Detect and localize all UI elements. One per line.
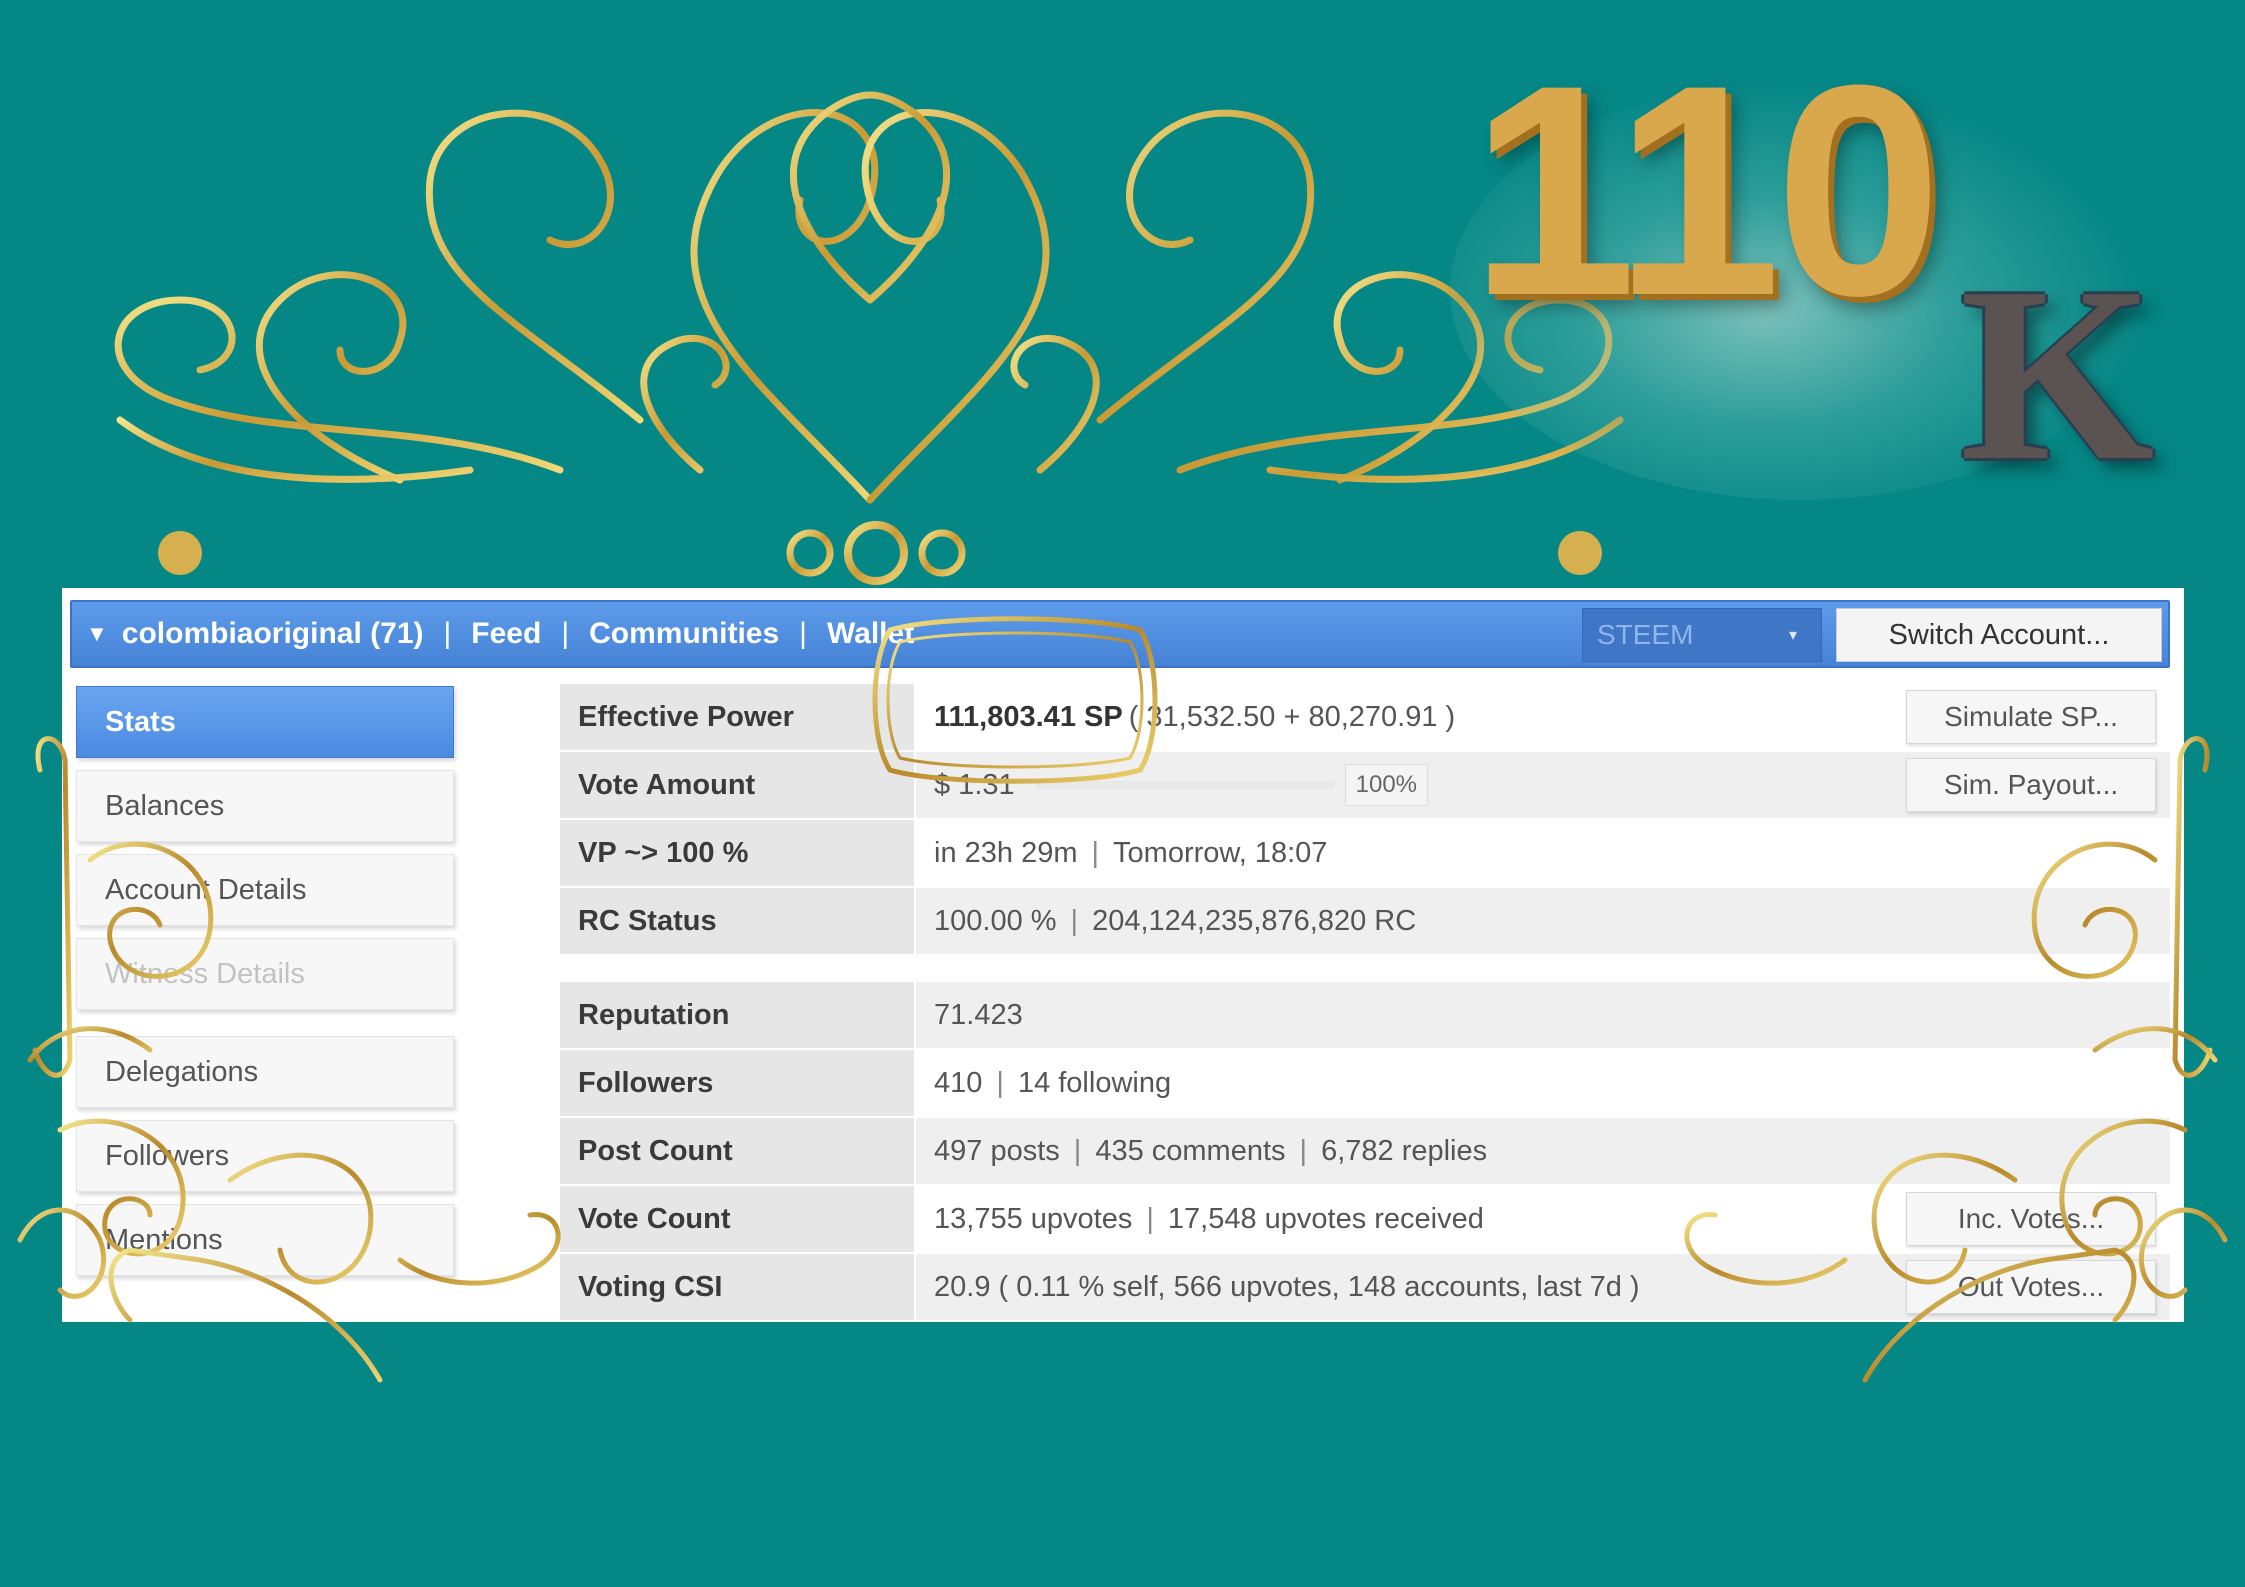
- row-label: Post Count: [560, 1118, 916, 1184]
- simulate-sp-button[interactable]: Simulate SP...: [1906, 690, 2156, 744]
- table-row: RC Status 100.00 % | 204,124,235,876,820…: [560, 888, 2170, 954]
- row-label: RC Status: [560, 888, 916, 954]
- switch-account-button[interactable]: Switch Account...: [1836, 608, 2162, 662]
- nav-separator: |: [561, 617, 570, 650]
- sidebar-item-stats[interactable]: Stats: [76, 686, 454, 758]
- row-label: Reputation: [560, 982, 916, 1048]
- steemworld-panel: ▼ colombiaoriginal (71) | Feed | Communi…: [66, 592, 2180, 1320]
- currency-select-value: STEEM: [1597, 619, 1694, 650]
- sidebar-item-account-details[interactable]: Account Details: [76, 854, 454, 926]
- row-label: Vote Amount: [560, 752, 916, 818]
- vote-weight-slider[interactable]: [1034, 781, 1335, 789]
- dropdown-arrow-icon: ▾: [1788, 627, 1797, 644]
- comments-count: 435 comments: [1095, 1134, 1286, 1167]
- inc-votes-button[interactable]: Inc. Votes...: [1906, 1192, 2156, 1246]
- out-votes-button[interactable]: Out Votes...: [1906, 1260, 2156, 1314]
- row-value: in 23h 29m | Tomorrow, 18:07: [916, 820, 2170, 886]
- value-separator: |: [1091, 836, 1100, 869]
- following-count: 14 following: [1017, 1066, 1172, 1099]
- effective-power-detail: ( 31,532.50 + 80,270.91 ): [1128, 700, 1456, 733]
- value-separator: |: [1070, 904, 1079, 937]
- sidebar-item-witness-details: Witness Details: [76, 938, 454, 1010]
- table-row: Reputation 71.423: [560, 982, 2170, 1048]
- badge-number: 110: [1470, 22, 1942, 358]
- currency-select[interactable]: STEEM ▾: [1582, 608, 1822, 662]
- table-row: Vote Amount $ 1.31 100% Sim. Payout...: [560, 752, 2170, 818]
- table-row: VP ~> 100 % in 23h 29m | Tomorrow, 18:07: [560, 820, 2170, 886]
- nav-separator: |: [443, 617, 452, 650]
- table-row: Post Count 497 posts | 435 comments | 6,…: [560, 1118, 2170, 1184]
- upvotes-count: 13,755 upvotes: [934, 1202, 1133, 1235]
- table-row: Vote Count 13,755 upvotes | 17,548 upvot…: [560, 1186, 2170, 1252]
- vp-when: Tomorrow, 18:07: [1113, 836, 1328, 869]
- value-separator: |: [1073, 1134, 1082, 1167]
- nav-wallet[interactable]: Wallet: [827, 617, 914, 651]
- nav-feed[interactable]: Feed: [471, 617, 541, 651]
- table-row: Effective Power 111,803.41 SP ( 31,532.5…: [560, 684, 2170, 750]
- row-value: 410 | 14 following: [916, 1050, 2170, 1116]
- row-label: VP ~> 100 %: [560, 820, 916, 886]
- anniversary-badge: 110 K: [1450, 22, 2190, 513]
- top-navigation-bar: ▼ colombiaoriginal (71) | Feed | Communi…: [70, 600, 2170, 668]
- stats-sidebar: Stats Balances Account Details Witness D…: [76, 686, 454, 1288]
- sidebar-item-delegations[interactable]: Delegations: [76, 1036, 454, 1108]
- vp-eta: in 23h 29m: [934, 836, 1078, 869]
- replies-count: 6,782 replies: [1321, 1134, 1488, 1167]
- row-label: Vote Count: [560, 1186, 916, 1252]
- value-separator: |: [996, 1066, 1004, 1099]
- nav-communities[interactable]: Communities: [589, 617, 779, 651]
- sim-payout-button[interactable]: Sim. Payout...: [1906, 758, 2156, 812]
- vote-amount-value: $ 1.31: [934, 768, 1015, 801]
- voting-csi-value: 20.9 ( 0.11 % self, 566 upvotes, 148 acc…: [934, 1270, 1640, 1303]
- followers-count: 410: [934, 1066, 983, 1099]
- badge-suffix: K: [1960, 236, 2155, 513]
- sidebar-item-balances[interactable]: Balances: [76, 770, 454, 842]
- reputation-value: 71.423: [934, 998, 1023, 1031]
- account-link[interactable]: colombiaoriginal (71): [122, 617, 424, 651]
- table-row: Voting CSI 20.9 ( 0.11 % self, 566 upvot…: [560, 1254, 2170, 1320]
- caret-down-icon[interactable]: ▼: [86, 621, 108, 647]
- row-label: Voting CSI: [560, 1254, 916, 1320]
- sidebar-item-followers[interactable]: Followers: [76, 1120, 454, 1192]
- value-separator: |: [1146, 1202, 1154, 1235]
- row-value: 497 posts | 435 comments | 6,782 replies: [916, 1118, 2170, 1184]
- nav-links: ▼ colombiaoriginal (71) | Feed | Communi…: [86, 602, 914, 666]
- rc-percent: 100.00 %: [934, 904, 1057, 937]
- table-row: Followers 410 | 14 following: [560, 1050, 2170, 1116]
- row-value: 100.00 % | 204,124,235,876,820 RC: [916, 888, 2170, 954]
- vote-weight-percent: 100%: [1344, 764, 1429, 806]
- effective-power-value: 111,803.41 SP: [934, 700, 1123, 733]
- row-label: Effective Power: [560, 684, 916, 750]
- stats-table: Effective Power 111,803.41 SP ( 31,532.5…: [560, 684, 2170, 1322]
- value-separator: |: [1299, 1134, 1308, 1167]
- rc-amount: 204,124,235,876,820 RC: [1092, 904, 1417, 937]
- row-label: Followers: [560, 1050, 916, 1116]
- posts-count: 497 posts: [934, 1134, 1060, 1167]
- sidebar-item-mentions[interactable]: Mentions: [76, 1204, 454, 1276]
- row-value: 71.423: [916, 982, 2170, 1048]
- nav-separator: |: [799, 617, 807, 650]
- upvotes-received: 17,548 upvotes received: [1167, 1202, 1484, 1235]
- divider-rod: [158, 521, 1602, 585]
